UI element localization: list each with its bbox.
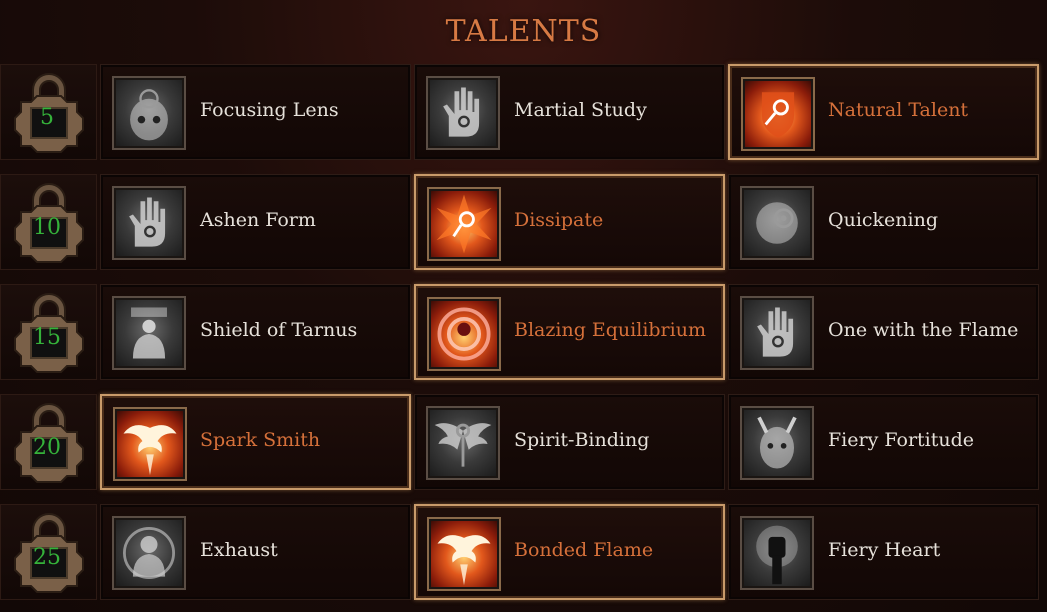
talent-label: Exhaust (200, 539, 278, 561)
talent-label: Bonded Flame (514, 539, 654, 561)
level-requirement: 15 (33, 325, 61, 350)
talent-one-with-the-flame[interactable]: One with the Flame (728, 284, 1039, 380)
talent-exhaust[interactable]: Exhaust (100, 504, 411, 600)
page-title: TALENTS (445, 14, 602, 49)
talent-ashen-form[interactable]: Ashen Form (100, 174, 411, 270)
talent-label: Fiery Heart (828, 539, 941, 561)
raised-fist-icon (740, 516, 814, 590)
talent-spirit-binding[interactable]: Spirit-Binding (414, 394, 725, 490)
face-orb-icon (740, 186, 814, 260)
shield-sigil-icon (741, 77, 815, 151)
level-requirement: 20 (33, 435, 61, 460)
talent-fiery-fortitude[interactable]: Fiery Fortitude (728, 394, 1039, 490)
talent-bonded-flame[interactable]: Bonded Flame (414, 504, 725, 600)
figure-icon (112, 296, 186, 370)
talent-label: Quickening (828, 209, 939, 231)
talent-row-5: 5 Focusing Lens Martial Study Natural Ta… (0, 64, 1047, 164)
talent-row-25: 25 Exhaust Bonded Flame Fiery Heart (0, 504, 1047, 604)
winged-sigil-icon (426, 406, 500, 480)
phoenix-icon (113, 407, 187, 481)
talent-label: Fiery Fortitude (828, 429, 975, 451)
level-requirement: 25 (33, 545, 61, 570)
talent-label: Natural Talent (828, 99, 969, 121)
talent-label: Blazing Equilibrium (514, 319, 706, 341)
talent-label: Focusing Lens (200, 99, 339, 121)
talent-fiery-heart[interactable]: Fiery Heart (728, 504, 1039, 600)
talent-martial-study[interactable]: Martial Study (414, 64, 725, 160)
talent-label: One with the Flame (828, 319, 1019, 341)
level-lock-icon: 5 (0, 64, 97, 160)
talent-quickening[interactable]: Quickening (728, 174, 1039, 270)
talent-row-10: 10 Ashen Form Dissipate Quickening (0, 174, 1047, 274)
level-requirement: 10 (33, 215, 61, 240)
hand-sigil-icon (740, 296, 814, 370)
level-lock-icon: 25 (0, 504, 97, 600)
spiral-icon (427, 297, 501, 371)
talent-focusing-lens[interactable]: Focusing Lens (100, 64, 411, 160)
talent-dissipate[interactable]: Dissipate (414, 174, 725, 270)
hand-sigil-icon (112, 186, 186, 260)
talent-label: Spirit-Binding (514, 429, 650, 451)
hand-sigil-icon (426, 76, 500, 150)
talent-row-15: 15 Shield of Tarnus Blazing Equilibrium … (0, 284, 1047, 384)
talent-natural-talent[interactable]: Natural Talent (728, 64, 1039, 160)
hooded-figure-icon (112, 516, 186, 590)
talent-label: Shield of Tarnus (200, 319, 358, 341)
demon-face-icon (740, 406, 814, 480)
talent-label: Dissipate (514, 209, 604, 231)
talent-shield-of-tarnus[interactable]: Shield of Tarnus (100, 284, 411, 380)
phoenix-icon (427, 517, 501, 591)
talent-blazing-equilibrium[interactable]: Blazing Equilibrium (414, 284, 725, 380)
talent-label: Spark Smith (200, 429, 321, 451)
talent-label: Ashen Form (200, 209, 316, 231)
level-requirement: 5 (40, 105, 54, 130)
level-lock-icon: 15 (0, 284, 97, 380)
talent-spark-smith[interactable]: Spark Smith (100, 394, 411, 490)
talent-row-20: 20 Spark Smith Spirit-Binding Fiery Fort… (0, 394, 1047, 494)
talent-label: Martial Study (514, 99, 647, 121)
burst-sigil-icon (427, 187, 501, 261)
level-lock-icon: 10 (0, 174, 97, 270)
level-lock-icon: 20 (0, 394, 97, 490)
skull-flame-icon (112, 76, 186, 150)
